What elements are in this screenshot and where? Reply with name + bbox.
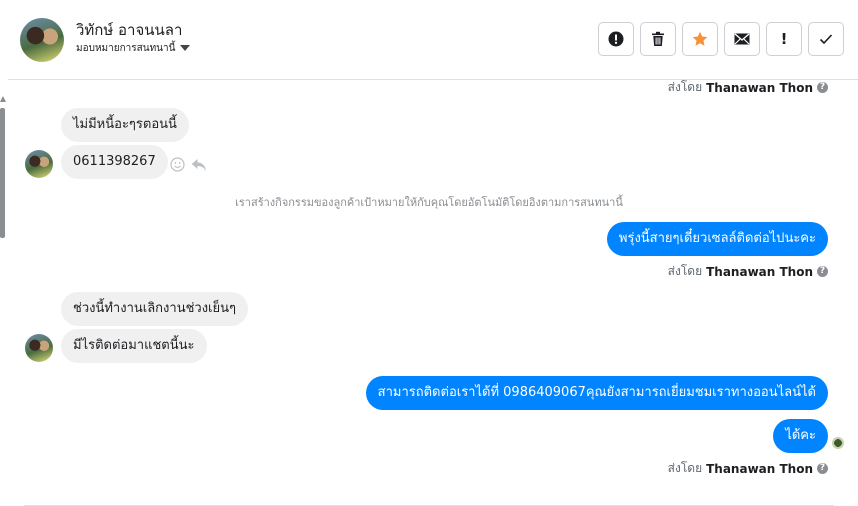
info-icon[interactable]: ?: [817, 82, 828, 93]
conversation-toolbar: !: [598, 22, 844, 56]
outgoing-message[interactable]: สามารถติดต่อเราได้ที่ 0986409067คุณยังสา…: [365, 376, 828, 410]
alert-icon: [608, 31, 624, 47]
sender-name: Thanawan Thon: [706, 264, 813, 279]
system-message: เราสร้างกิจกรรมของลูกค้าเป้าหมายให้กับคุ…: [235, 196, 623, 209]
incoming-message[interactable]: ช่วงนี้ทำงานเลิกงานช่วงเย็นๆ: [61, 292, 248, 326]
incoming-message[interactable]: มีไรติดต่อมาแชตนี้นะ: [61, 329, 207, 363]
star-button[interactable]: [682, 22, 718, 56]
sent-by-prefix: ส่งโดย: [667, 264, 703, 278]
outgoing-message[interactable]: พรุ่งนี้สายๆเดี๋ยวเซลล์ติดต่อไปนะคะ: [606, 222, 828, 256]
delete-button[interactable]: [640, 22, 676, 56]
contact-name[interactable]: วิทักษ์ อาจนนลา: [76, 18, 182, 42]
info-icon[interactable]: ?: [817, 463, 828, 474]
incoming-message[interactable]: 0611398267: [61, 145, 168, 179]
sent-by-label: ส่งโดย Thanawan Thon ?: [668, 459, 828, 478]
caret-down-icon: [180, 45, 191, 51]
react-emoji-icon[interactable]: [170, 157, 185, 172]
contact-avatar[interactable]: [20, 18, 64, 62]
conversation-header: วิทักษ์ อาจนนลา มอบหมายการสนทนานี้ !: [8, 0, 858, 80]
sender-name: Thanawan Thon: [706, 80, 813, 95]
sent-by-label: ส่งโดย Thanawan Thon ?: [668, 78, 828, 97]
incoming-message[interactable]: ไม่มีหนี้อะๆรตอนนี้: [61, 108, 189, 142]
mail-icon: [734, 33, 750, 45]
contact-avatar-small: [25, 150, 53, 178]
star-icon: [692, 31, 708, 46]
reply-icon[interactable]: [191, 158, 207, 172]
sender-name: Thanawan Thon: [706, 461, 813, 476]
mark-unread-button[interactable]: [724, 22, 760, 56]
contact-avatar-small: [25, 334, 53, 362]
trash-icon: [652, 31, 664, 46]
outgoing-message[interactable]: ได้คะ: [773, 419, 828, 453]
info-icon[interactable]: ?: [817, 266, 828, 277]
scroll-up-arrow-icon[interactable]: [0, 96, 6, 102]
seen-avatar: [832, 437, 844, 449]
assign-conversation-dropdown[interactable]: มอบหมายการสนทนานี้: [76, 41, 191, 56]
message-actions: [170, 157, 207, 172]
sent-by-prefix: ส่งโดย: [667, 461, 703, 475]
exclamation-icon: !: [780, 30, 788, 48]
follow-up-button[interactable]: !: [766, 22, 802, 56]
check-icon: [819, 34, 833, 45]
assign-label: มอบหมายการสนทนานี้: [76, 43, 176, 54]
sent-by-label: ส่งโดย Thanawan Thon ?: [668, 262, 828, 281]
sent-by-prefix: ส่งโดย: [667, 80, 703, 94]
mark-done-button[interactable]: [808, 22, 844, 56]
mark-spam-button[interactable]: [598, 22, 634, 56]
scrollbar-thumb[interactable]: [0, 108, 5, 238]
